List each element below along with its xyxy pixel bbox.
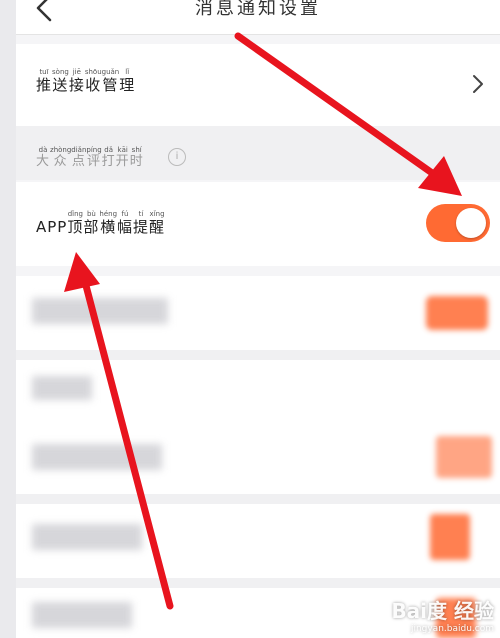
- char-glyph: 送: [52, 76, 69, 94]
- char-glyph: 提: [133, 218, 150, 236]
- char-glyph: 顶: [67, 218, 84, 236]
- blurred-label: [32, 376, 92, 400]
- char-glyph: 开: [115, 154, 130, 169]
- char-glyph: 时: [129, 154, 144, 169]
- label-char: 打dǎ: [101, 146, 116, 169]
- pinyin-annotation: tí: [133, 210, 150, 218]
- char-glyph: 幅: [117, 218, 134, 236]
- pinyin-annotation: bù: [83, 210, 100, 218]
- pinyin-annotation: shí: [129, 146, 144, 154]
- label-char: 推tuī: [36, 68, 53, 94]
- label-char: 提tí: [133, 210, 150, 236]
- label-char: 收shōu: [84, 68, 102, 94]
- blurred-toggle: [426, 296, 488, 330]
- title-char: 消: [195, 0, 216, 19]
- title-char: 设: [279, 0, 300, 19]
- watermark-url: jingyan.baidu.com: [410, 624, 494, 634]
- blurred-label: [32, 602, 132, 628]
- info-icon[interactable]: i: [168, 148, 186, 166]
- app-banner-label: APP顶dǐng部bù横héng幅fú提tí醒xǐng: [36, 210, 165, 237]
- pinyin-annotation: lǐ: [119, 68, 136, 76]
- blurred-setting-row: [16, 504, 500, 578]
- blurred-label: [32, 444, 162, 470]
- settings-screen: 消息通知设置 推tuī送sòng接jiē收shōu管guǎn理lǐ 大dà众zh…: [16, 0, 500, 638]
- char-glyph: 众: [50, 154, 72, 169]
- label-char: 点diǎn: [71, 146, 87, 169]
- title-char: 知: [258, 0, 279, 19]
- label-char: 理lǐ: [119, 68, 136, 94]
- divider: [16, 494, 500, 504]
- pinyin-annotation: sòng: [52, 68, 69, 76]
- blurred-toggle: [430, 514, 470, 560]
- title-char: 置: [300, 0, 321, 19]
- pinyin-annotation: dǐng: [67, 210, 84, 218]
- pinyin-annotation: píng: [86, 146, 102, 154]
- section-title-open-time: 大dà众zhòng点diǎn评píng打dǎ开kāi时shí: [36, 146, 144, 169]
- label-char: 大dà: [36, 146, 51, 169]
- label-char: 评píng: [86, 146, 102, 169]
- toggle-knob: [456, 208, 486, 238]
- pinyin-annotation: shōu: [84, 68, 102, 76]
- push-management-row[interactable]: 推tuī送sòng接jiē收shōu管guǎn理lǐ: [16, 44, 500, 126]
- label-char: 众zhòng: [50, 146, 72, 169]
- char-glyph: 推: [36, 76, 53, 94]
- pinyin-annotation: dǎ: [101, 146, 116, 154]
- blurred-toggle: [436, 436, 492, 478]
- label-char: 醒xǐng: [149, 210, 166, 236]
- char-glyph: 点: [71, 154, 87, 169]
- label-prefix: APP: [36, 218, 68, 236]
- app-banner-row: APP顶dǐng部bù横héng幅fú提tí醒xǐng: [16, 182, 500, 266]
- char-glyph: 管: [101, 76, 120, 94]
- pinyin-annotation: diǎn: [71, 146, 87, 154]
- char-glyph: 接: [68, 76, 85, 94]
- pinyin-annotation: xǐng: [149, 210, 166, 218]
- char-glyph: 打: [101, 154, 116, 169]
- watermark: Bai度 经验 jingyan.baidu.com: [391, 595, 494, 634]
- char-glyph: 收: [84, 76, 102, 94]
- label-char: 部bù: [83, 210, 100, 236]
- pinyin-annotation: tuī: [36, 68, 53, 76]
- left-margin: [0, 0, 16, 638]
- pinyin-annotation: héng: [99, 210, 118, 218]
- blurred-label: [32, 524, 142, 550]
- char-glyph: 理: [119, 76, 136, 94]
- chevron-right-icon: [473, 75, 483, 93]
- blurred-section-header: [16, 360, 500, 420]
- label-char: 送sòng: [52, 68, 69, 94]
- char-glyph: 部: [83, 218, 100, 236]
- blurred-setting-row: [16, 276, 500, 350]
- push-management-label: 推tuī送sòng接jiē收shōu管guǎn理lǐ: [36, 68, 135, 95]
- nav-header: 消息通知设置: [16, 0, 500, 35]
- pinyin-annotation: kāi: [115, 146, 130, 154]
- divider: [16, 578, 500, 588]
- char-glyph: 大: [36, 154, 51, 169]
- char-glyph: 横: [99, 218, 117, 236]
- pinyin-annotation: guǎn: [101, 68, 120, 76]
- pinyin-annotation: fú: [117, 210, 133, 218]
- page-title: 消息通知设置: [16, 0, 500, 20]
- blurred-label: [32, 298, 168, 324]
- label-char: 时shí: [129, 146, 144, 169]
- blurred-setting-row: [16, 420, 500, 494]
- label-char: 横héng: [99, 210, 117, 236]
- label-char: 接jiē: [68, 68, 85, 94]
- label-char: 管guǎn: [101, 68, 120, 94]
- label-char: 开kāi: [115, 146, 130, 169]
- label-char: 顶dǐng: [67, 210, 84, 236]
- char-glyph: 醒: [149, 218, 166, 236]
- app-banner-toggle[interactable]: [426, 204, 490, 242]
- pinyin-annotation: zhòng: [50, 146, 72, 154]
- pinyin-annotation: dà: [36, 146, 51, 154]
- label-char: 幅fú: [117, 210, 134, 236]
- title-char: 息: [216, 0, 237, 19]
- char-glyph: 评: [86, 154, 102, 169]
- pinyin-annotation: jiē: [68, 68, 85, 76]
- divider: [16, 350, 500, 360]
- title-char: 通: [237, 0, 258, 19]
- watermark-logo-text: Bai度 经验: [391, 599, 494, 623]
